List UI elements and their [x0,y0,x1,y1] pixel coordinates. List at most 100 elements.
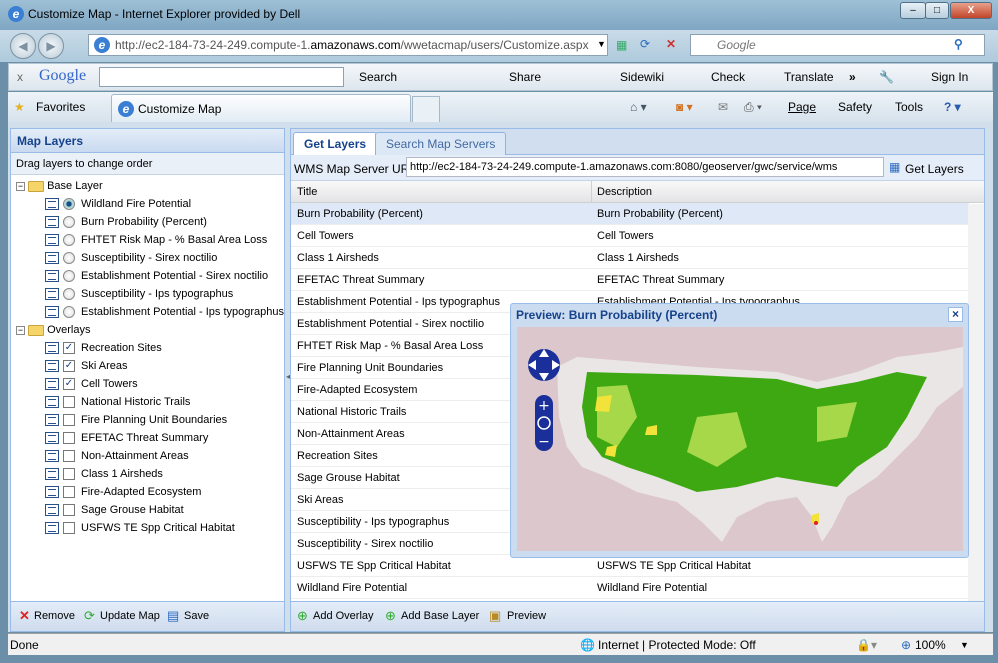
legend-icon[interactable] [45,306,59,319]
close-toolbar-button[interactable]: x [17,70,23,84]
layer-item[interactable]: Wildland Fire Potential [45,195,191,213]
legend-icon[interactable] [45,414,59,427]
preview-button[interactable]: Preview [507,610,546,622]
table-row[interactable]: USFWS TE Spp Critical Habitat USFWS TE Sp… [291,555,969,577]
favorites-button[interactable]: Favorites [36,100,85,114]
tab-search-map-servers[interactable]: Search Map Servers [375,132,507,155]
layer-item[interactable]: Susceptibility - Sirex noctilio [45,249,217,267]
layer-item[interactable]: Fire Planning Unit Boundaries [45,411,227,429]
update-map-button[interactable]: Update Map [100,610,160,622]
legend-icon[interactable] [45,342,59,355]
layer-item[interactable]: Burn Probability (Percent) [45,213,207,231]
security-zone[interactable]: Internet | Protected Mode: Off [598,638,756,652]
preview-map[interactable]: + − [517,327,963,551]
search-box[interactable]: Google [690,34,985,56]
tree-group[interactable]: − Overlays [16,321,90,339]
layer-radio[interactable] [63,216,75,229]
check-button[interactable]: Check [711,70,745,84]
translate-button[interactable]: Translate [784,70,834,84]
save-button[interactable]: Save [184,610,209,622]
layer-checkbox[interactable] [63,522,75,535]
layer-checkbox[interactable] [63,486,75,499]
maximize-button[interactable]: □ [925,2,949,19]
browser-tab[interactable]: e Customize Map [111,94,411,122]
layer-checkbox[interactable]: ✓ [63,342,75,355]
layer-item[interactable]: ✓ Cell Towers [45,375,138,393]
table-row[interactable]: EFETAC Threat Summary EFETAC Threat Summa… [291,269,969,291]
column-description[interactable]: Description [597,186,652,198]
search-button[interactable]: Search [359,70,397,84]
legend-icon[interactable] [45,198,59,211]
legend-icon[interactable] [45,288,59,301]
legend-icon[interactable] [45,270,59,283]
safety-menu[interactable]: Safety [838,100,872,114]
remove-button[interactable]: Remove [34,610,75,622]
zoom-control[interactable]: + − [535,395,553,451]
layer-item[interactable]: National Historic Trails [45,393,190,411]
legend-icon[interactable] [45,486,59,499]
google-search-input[interactable] [99,67,344,87]
layer-item[interactable]: ✓ Recreation Sites [45,339,162,357]
layer-checkbox[interactable] [63,450,75,463]
minimize-button[interactable]: – [900,2,926,19]
layer-radio[interactable] [63,234,75,247]
legend-icon[interactable] [45,450,59,463]
home-icon[interactable]: ⌂ ▾ [630,100,647,114]
layer-checkbox[interactable] [63,504,75,517]
print-icon[interactable]: ⎙ ▾ [744,100,762,115]
table-row[interactable]: Burn Probability (Percent) Burn Probabili… [291,203,969,225]
layer-radio[interactable] [63,270,75,283]
tab-get-layers[interactable]: Get Layers [293,132,378,156]
search-icon[interactable]: ⚲ [954,37,963,51]
layer-checkbox[interactable] [63,396,75,409]
collapse-icon[interactable]: − [16,325,25,335]
table-row[interactable]: Class 1 Airsheds Class 1 Airsheds [291,247,969,269]
layer-radio[interactable] [63,198,75,211]
legend-icon[interactable] [45,468,59,481]
close-preview-button[interactable]: × [948,307,963,322]
layer-item[interactable]: Non-Attainment Areas [45,447,189,465]
url-field[interactable]: http://ec2-184-73-24-249.compute-1.amazo… [88,34,608,56]
close-window-button[interactable]: X [950,2,992,19]
add-overlay-button[interactable]: Add Overlay [313,610,374,622]
grid-scrollbar[interactable] [968,204,984,604]
collapse-icon[interactable]: − [16,181,25,191]
layer-item[interactable]: Class 1 Airsheds [45,465,163,483]
legend-icon[interactable] [45,378,59,391]
legend-icon[interactable] [45,216,59,229]
tree-group[interactable]: − Base Layer [16,177,103,195]
layer-item[interactable]: FHTET Risk Map - % Basal Area Loss [45,231,267,249]
layer-item[interactable]: Fire-Adapted Ecosystem [45,483,201,501]
layer-item[interactable]: USFWS TE Spp Critical Habitat [45,519,235,537]
layer-radio[interactable] [63,252,75,265]
layer-checkbox[interactable]: ✓ [63,378,75,391]
feeds-icon[interactable]: ◙ ▾ [676,100,693,114]
layer-item[interactable]: Susceptibility - Ips typographus [45,285,233,303]
sidewiki-button[interactable]: Sidewiki [620,70,664,84]
layer-checkbox[interactable] [63,414,75,427]
layer-item[interactable]: Establishment Potential - Ips typographu… [45,303,284,321]
security-icon[interactable]: 🔒▾ [856,638,877,652]
legend-icon[interactable] [45,234,59,247]
legend-icon[interactable] [45,504,59,517]
tools-menu[interactable]: Tools [895,100,923,114]
back-button[interactable]: ◀ [10,33,36,59]
layer-item[interactable]: ✓ Ski Areas [45,357,127,375]
layer-checkbox[interactable] [63,432,75,445]
zoom-level[interactable]: 100% [915,638,946,652]
more-button[interactable]: » [849,70,856,84]
layer-checkbox[interactable]: ✓ [63,360,75,373]
get-layers-button[interactable]: Get Layers [905,162,964,176]
share-button[interactable]: Share [509,70,541,84]
layer-radio[interactable] [63,288,75,301]
legend-icon[interactable] [45,252,59,265]
table-row[interactable]: Wildland Fire Potential Wildland Fire Pot… [291,577,969,599]
layer-item[interactable]: Establishment Potential - Sirex noctilio [45,267,268,285]
mail-icon[interactable]: ✉ [718,100,728,114]
legend-icon[interactable] [45,522,59,535]
legend-icon[interactable] [45,360,59,373]
add-base-layer-button[interactable]: Add Base Layer [401,610,479,622]
layer-checkbox[interactable] [63,468,75,481]
pan-control[interactable] [528,349,560,381]
wms-url-input[interactable] [406,157,884,177]
